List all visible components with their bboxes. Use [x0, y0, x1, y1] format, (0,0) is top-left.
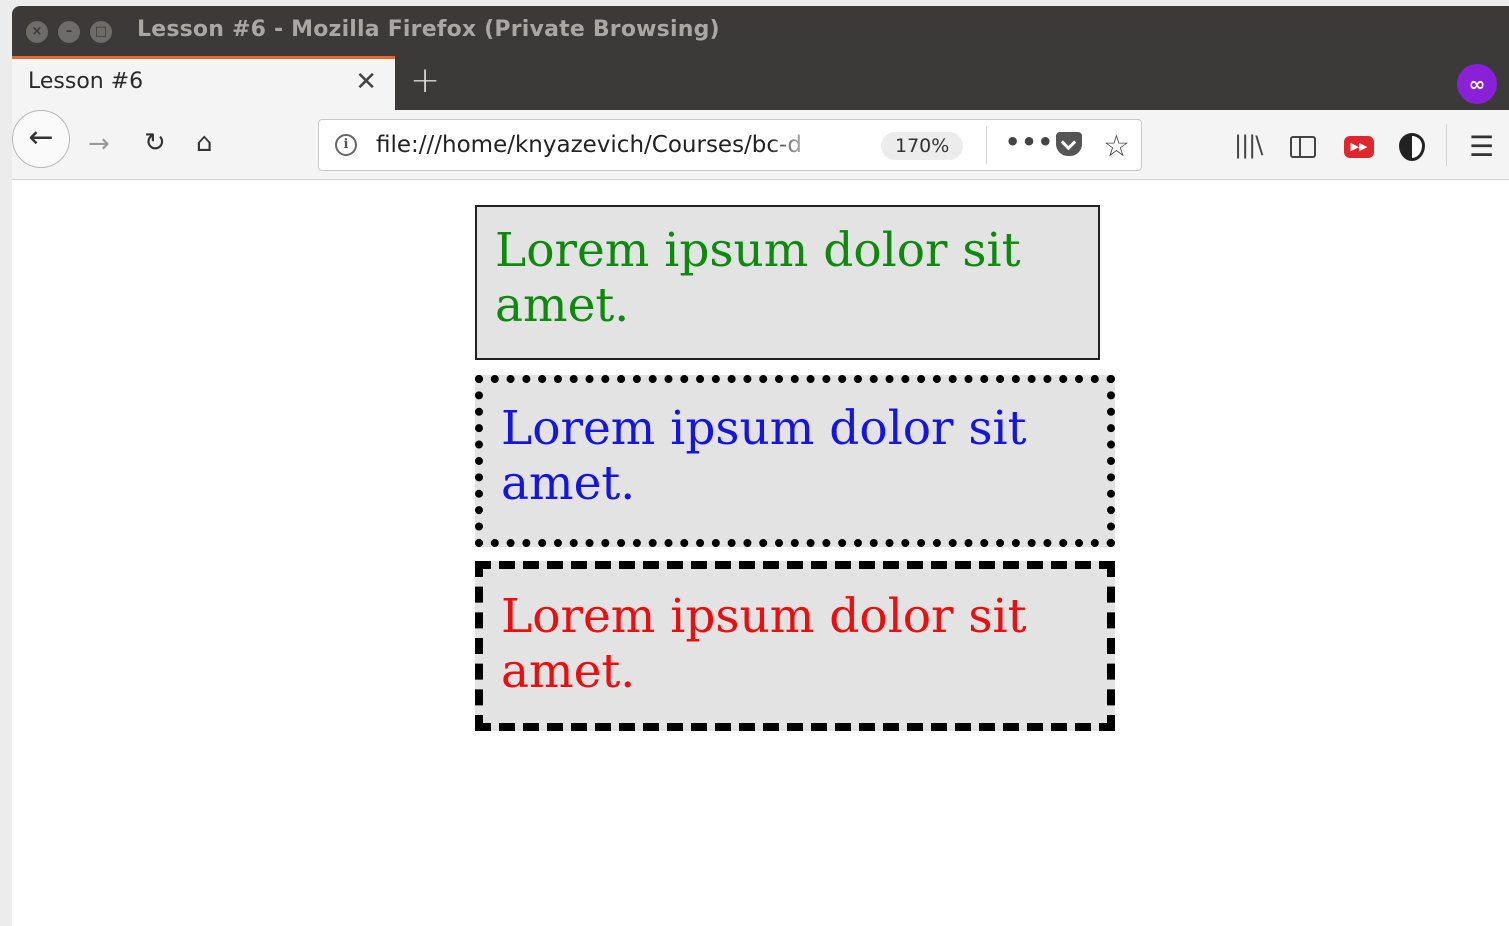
library-icon[interactable]: |||\ — [1234, 131, 1263, 159]
tab-strip: Lesson #6 ✕ + ∞ — [12, 56, 1509, 110]
title-bar: × – □ Lesson #6 - Mozilla Firefox (Priva… — [12, 6, 1509, 56]
window-title: Lesson #6 - Mozilla Firefox (Private Bro… — [137, 17, 720, 42]
tab-lesson-6[interactable]: Lesson #6 ✕ — [12, 56, 395, 110]
private-browsing-icon: ∞ — [1457, 64, 1497, 104]
video-extension-icon[interactable]: ▶▶ — [1344, 136, 1374, 158]
sidebar-icon[interactable] — [1290, 136, 1316, 158]
tab-close-icon[interactable]: ✕ — [355, 67, 377, 97]
reload-button[interactable]: ↻ — [144, 130, 166, 156]
zoom-level-button[interactable]: 170% — [881, 132, 964, 160]
privacy-extension-icon[interactable] — [1399, 133, 1425, 161]
window-minimize-button[interactable]: – — [58, 21, 80, 43]
solid-border-box: Lorem ipsum dolor sit amet. — [475, 205, 1100, 360]
page-content: Lorem ipsum dolor sit amet. Lorem ipsum … — [12, 181, 1509, 926]
bookmark-star-icon[interactable]: ☆ — [1103, 129, 1130, 164]
window-close-button[interactable]: × — [26, 21, 48, 43]
info-icon[interactable]: i — [335, 134, 357, 156]
browser-window: × – □ Lesson #6 - Mozilla Firefox (Priva… — [12, 6, 1509, 926]
pocket-icon[interactable] — [1056, 132, 1082, 156]
url-input[interactable]: file:///home/knyazevich/Courses/bc-d — [376, 132, 821, 158]
forward-button[interactable]: → — [88, 131, 110, 157]
home-button[interactable]: ⌂ — [196, 130, 213, 156]
back-button[interactable]: ← — [12, 110, 70, 168]
navigation-toolbar: ← → ↻ ⌂ i file:///home/knyazevich/Course… — [12, 110, 1509, 180]
url-bar[interactable]: i file:///home/knyazevich/Courses/bc-d 1… — [318, 119, 1142, 171]
window-maximize-button[interactable]: □ — [90, 21, 112, 43]
dotted-border-box: Lorem ipsum dolor sit amet. — [475, 375, 1115, 547]
dashed-border-box: Lorem ipsum dolor sit amet. — [475, 561, 1115, 731]
hamburger-menu-icon[interactable]: ☰ — [1469, 130, 1494, 163]
toolbar-divider — [1446, 124, 1447, 166]
url-bar-divider — [986, 126, 987, 164]
tab-title: Lesson #6 — [28, 69, 144, 94]
page-actions-icon[interactable]: ••• — [1005, 128, 1054, 156]
new-tab-button[interactable]: + — [410, 60, 440, 101]
